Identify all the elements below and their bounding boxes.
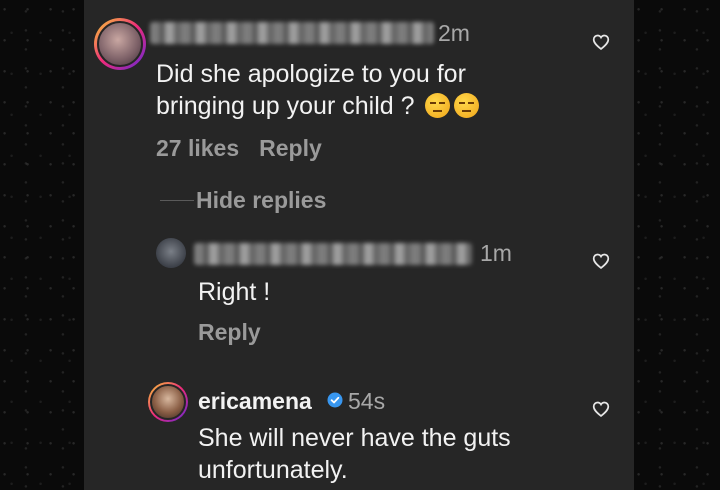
heart-icon[interactable] bbox=[592, 34, 610, 50]
username[interactable]: ericamena bbox=[198, 388, 312, 415]
timestamp: 2m bbox=[438, 20, 470, 46]
reply-1: 1m Right ! Reply bbox=[84, 230, 634, 370]
comment-text-line-1: Did she apologize to you for bbox=[156, 60, 466, 88]
comment-text-line-1: She will never have the guts bbox=[198, 424, 511, 452]
comment-text: She will never have the guts unfortunate… bbox=[198, 422, 511, 486]
comment-1: 2m Did she apologize to you for bringing… bbox=[84, 0, 634, 230]
comments-panel: 2m Did she apologize to you for bringing… bbox=[84, 0, 634, 490]
heart-icon[interactable] bbox=[592, 253, 610, 269]
background-left bbox=[0, 0, 84, 490]
verified-badge-icon bbox=[327, 392, 343, 408]
comment-text: Did she apologize to you for bringing up… bbox=[156, 58, 480, 122]
avatar[interactable] bbox=[94, 18, 146, 70]
comment-text-line-2: unfortunately. bbox=[198, 456, 348, 484]
comment-text-line-2-text: bringing up your child ? bbox=[156, 92, 415, 120]
comment-meta: 27 likes Reply bbox=[156, 135, 342, 162]
unamused-face-emoji bbox=[425, 93, 451, 118]
hide-replies-button[interactable]: Hide replies bbox=[196, 187, 326, 214]
likes-count[interactable]: 27 likes bbox=[156, 135, 239, 161]
comment-text-line-2: bringing up your child ? bbox=[156, 90, 480, 122]
reply-button[interactable]: Reply bbox=[198, 319, 261, 346]
username-blurred[interactable] bbox=[194, 243, 472, 265]
comment-text: Right ! bbox=[198, 278, 271, 306]
hide-replies-line bbox=[160, 200, 194, 201]
avatar[interactable] bbox=[156, 238, 186, 268]
reply-button[interactable]: Reply bbox=[259, 135, 322, 161]
reply-2: ericamena 54s She will never have the gu… bbox=[84, 370, 634, 490]
background-right bbox=[634, 0, 720, 490]
heart-icon[interactable] bbox=[592, 401, 610, 417]
unamused-face-emoji bbox=[454, 93, 480, 118]
timestamp: 1m bbox=[480, 240, 512, 266]
timestamp: 54s bbox=[348, 388, 386, 414]
avatar[interactable] bbox=[148, 382, 188, 422]
username-blurred[interactable] bbox=[150, 22, 434, 44]
